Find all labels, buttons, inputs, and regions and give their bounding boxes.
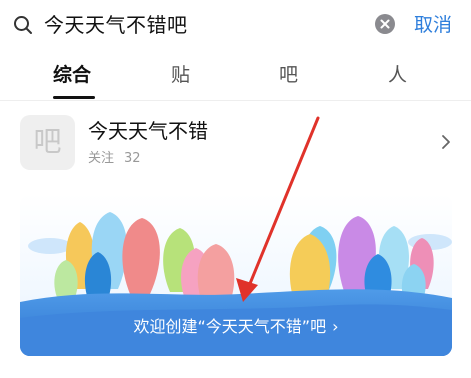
red-arrow-annotation — [236, 116, 320, 302]
